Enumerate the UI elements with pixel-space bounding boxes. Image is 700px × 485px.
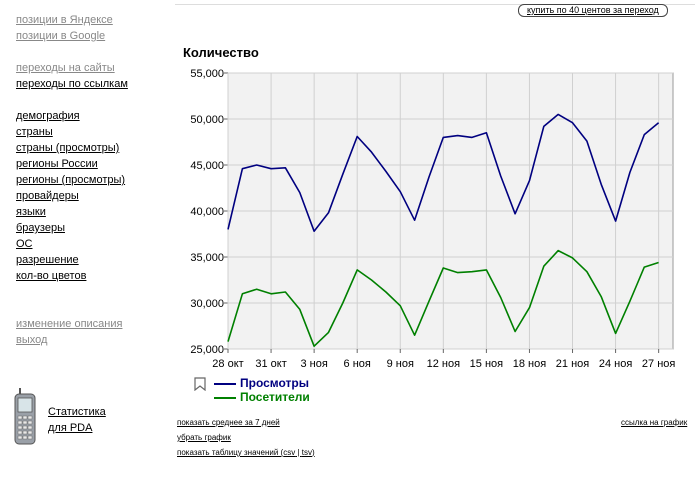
x-tick-label: 28 окт [212, 358, 243, 370]
legend-swatch [214, 396, 236, 399]
x-tick-label: 6 ноя [344, 358, 371, 370]
x-tick-label: 9 ноя [387, 358, 414, 370]
show-values-table-label[interactable]: показать таблицу значений ( [177, 448, 283, 457]
x-tick-label: 12 ноя [427, 358, 460, 370]
y-tick-label: 35,000 [190, 252, 224, 264]
legend-item-views: Просмотры [214, 376, 309, 390]
legend-label: Просмотры [240, 376, 310, 390]
table-suffix: ) [311, 448, 315, 457]
x-tick-label: 27 ноя [642, 358, 675, 370]
legend-swatch [214, 382, 236, 385]
show-values-table: показать таблицу значений (csv | tsv) [177, 448, 315, 458]
chart-link[interactable]: ссылка на график [621, 418, 687, 428]
remove-chart-link[interactable]: убрать график [177, 433, 231, 443]
x-tick-label: 31 окт [255, 358, 286, 370]
y-tick-label: 45,000 [190, 160, 224, 172]
bookmark-icon[interactable] [194, 377, 206, 391]
show-7day-average-link[interactable]: показать среднее за 7 дней [177, 418, 280, 428]
y-tick-label: 40,000 [190, 206, 224, 218]
csv-link[interactable]: csv [283, 448, 295, 457]
tsv-link[interactable]: tsv [302, 448, 312, 457]
y-tick-label: 25,000 [190, 344, 224, 356]
legend-label: Посетители [240, 390, 310, 404]
y-tick-label: 50,000 [190, 114, 224, 126]
y-tick-label: 30,000 [190, 298, 224, 310]
y-tick-label: 55,000 [190, 68, 224, 80]
x-tick-label: 3 ноя [300, 358, 327, 370]
x-tick-label: 15 ноя [470, 358, 503, 370]
x-tick-label: 21 ноя [556, 358, 589, 370]
line-chart: 25,000 30,000 35,000 40,000 45,000 50,000 55,0… [190, 68, 675, 370]
legend-item-visitors: Посетители [214, 390, 310, 404]
x-tick-label: 24 ноя [599, 358, 632, 370]
x-tick-label: 18 ноя [513, 358, 546, 370]
